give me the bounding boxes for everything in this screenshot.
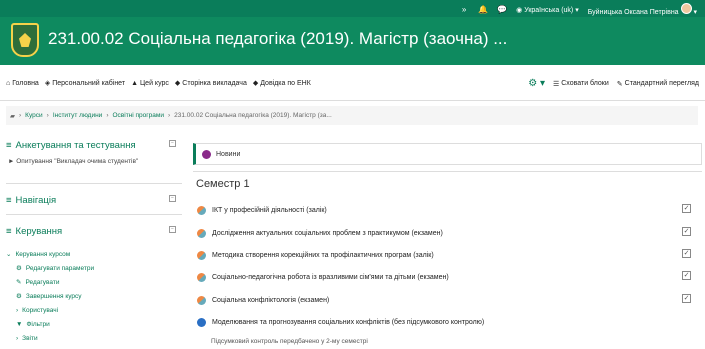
breadcrumb-institute[interactable]: Інститут людини <box>53 112 103 119</box>
survey-link[interactable]: ► Опитування "Викладач очима студентів" <box>6 158 182 165</box>
menu-icon: ≡ <box>6 225 12 237</box>
menu-icon: ≡ <box>6 139 12 151</box>
quiz-icon <box>197 295 206 305</box>
divider <box>6 183 182 184</box>
gear-icon: ⚙ <box>16 293 22 300</box>
navbar: ⌂ Головна ◈ Персональний кабінет ▲ Цей курс… <box>0 65 705 101</box>
admin-edit[interactable]: ✎ Редагувати <box>6 275 182 289</box>
activity-item[interactable]: Соціальна конфліктологія (екзамен) ✓ <box>197 290 697 310</box>
forum-icon <box>202 149 211 159</box>
collapse-icon[interactable]: − <box>169 140 176 147</box>
top-bar: » 🔔 💬 ◉ Українська (uk) ▾ Буйницька Окса… <box>0 0 705 17</box>
nav-this-course[interactable]: ▲ Цей курс <box>131 79 169 87</box>
globe-icon: ◉ <box>516 6 523 14</box>
collapse-icon[interactable]: − <box>169 226 176 233</box>
divider <box>6 214 182 215</box>
nav-teacher-page[interactable]: ◆ Сторінка викладача <box>174 79 247 88</box>
admin-filters[interactable]: ▼ Фільтри <box>6 317 182 331</box>
breadcrumb-courses[interactable]: Курси <box>25 112 42 119</box>
standard-view-button[interactable]: ✎ Стандартний перегляд <box>617 80 699 88</box>
hide-blocks-button[interactable]: ☰ Сховати блоки <box>553 80 609 88</box>
chevron-right-icon: › <box>16 334 19 342</box>
settings-gear-icon[interactable]: ⚙ ▾ <box>528 78 545 89</box>
gear-icon: ⚙ <box>16 265 22 272</box>
admin-block-header[interactable]: ≡ Керування − <box>6 224 182 238</box>
university-logo[interactable] <box>11 23 39 57</box>
chevron-down-icon: ⌄ <box>6 251 12 258</box>
admin-course-management[interactable]: ⌄ Керування курсом <box>6 247 182 261</box>
breadcrumb-programs[interactable]: Освітні програми <box>113 112 164 119</box>
pencil-icon: ✎ <box>616 80 623 88</box>
navigation-block-header[interactable]: ≡ Навігація − <box>6 193 182 207</box>
home-icon: ⌂ <box>6 79 11 87</box>
breadcrumb: ▰ › Курси › Інститут людини › Освітні пр… <box>6 106 698 125</box>
section-title: Семестр 1 <box>193 171 702 197</box>
admin-course-completion[interactable]: ⚙ Завершення курсу <box>6 289 182 303</box>
completion-checkbox[interactable]: ✓ <box>682 271 691 280</box>
quiz-icon <box>197 228 206 238</box>
news-forum[interactable]: Новини <box>193 143 702 165</box>
breadcrumb-current: 231.00.02 Соціальна педагогіка (2019). М… <box>174 112 332 119</box>
activity-item[interactable]: Моделювання та прогнозування соціальних … <box>197 312 697 332</box>
completion-checkbox[interactable]: ✓ <box>682 227 691 236</box>
breadcrumb-home-icon[interactable]: ▰ <box>10 112 15 120</box>
dashboard-icon: ◈ <box>44 80 51 87</box>
course-header: 231.00.02 Соціальна педагогіка (2019). М… <box>0 17 705 65</box>
collapse-icon[interactable]: − <box>169 195 176 202</box>
admin-edit-settings[interactable]: ⚙ Редагувати параметри <box>6 261 182 275</box>
nav-dashboard[interactable]: ◈ Персональний кабінет <box>44 79 125 88</box>
activity-item[interactable]: Методика створення корекційних та профіл… <box>197 245 697 265</box>
menu-icon: ≡ <box>6 194 12 206</box>
chevron-right-icon: › <box>16 306 19 314</box>
pencil-icon: ✎ <box>16 279 22 286</box>
activity-item[interactable]: Соціально-педагогічна робота із вразливи… <box>197 267 697 287</box>
globe-icon <box>197 317 206 327</box>
course-icon: ▲ <box>131 79 138 87</box>
filter-icon: ▼ <box>16 320 23 328</box>
course-title: 231.00.02 Соціальна педагогіка (2019). М… <box>48 29 508 48</box>
user-menu[interactable]: Буйницька Оксана Петрівна ▾ <box>588 3 697 16</box>
completion-checkbox[interactable]: ✓ <box>682 294 691 303</box>
language-selector[interactable]: ◉ Українська (uk) ▾ <box>516 6 579 14</box>
activity-note: Підсумковий контроль передбачено у 2-му … <box>211 338 368 345</box>
survey-block-header[interactable]: ≡ Анкетування та тестування − <box>6 138 182 152</box>
activity-item[interactable]: Дослідження актуальних соціальних пробле… <box>197 223 697 243</box>
quiz-icon <box>197 250 206 260</box>
admin-reports[interactable]: › Звіти <box>6 331 182 345</box>
completion-checkbox[interactable]: ✓ <box>682 204 691 213</box>
admin-users[interactable]: › Користувачі <box>6 303 182 317</box>
quiz-icon <box>197 272 206 282</box>
avatar <box>680 3 692 14</box>
columns-icon: ☰ <box>552 80 560 88</box>
nav-home[interactable]: ⌂ Головна <box>6 79 39 87</box>
completion-checkbox[interactable]: ✓ <box>682 249 691 258</box>
messages-icon[interactable]: 💬 <box>497 5 507 15</box>
notification-bell-icon[interactable]: 🔔 <box>478 5 488 15</box>
expand-icon[interactable]: » <box>459 5 469 15</box>
quiz-icon <box>197 205 206 215</box>
admin-block: ≡ Керування − ⌄ Керування курсом ⚙ Редагуват… <box>6 224 182 345</box>
teacher-icon: ◆ <box>174 80 181 87</box>
navigation-block: ≡ Навігація − <box>6 193 182 207</box>
survey-block: ≡ Анкетування та тестування − ► Опитування… <box>6 138 182 165</box>
nav-help[interactable]: ◆ Довідка по ЕНК <box>252 79 311 88</box>
help-icon: ◆ <box>252 80 259 87</box>
activity-item[interactable]: ІКТ у професійній діяльності (залік) ✓ <box>197 200 697 220</box>
